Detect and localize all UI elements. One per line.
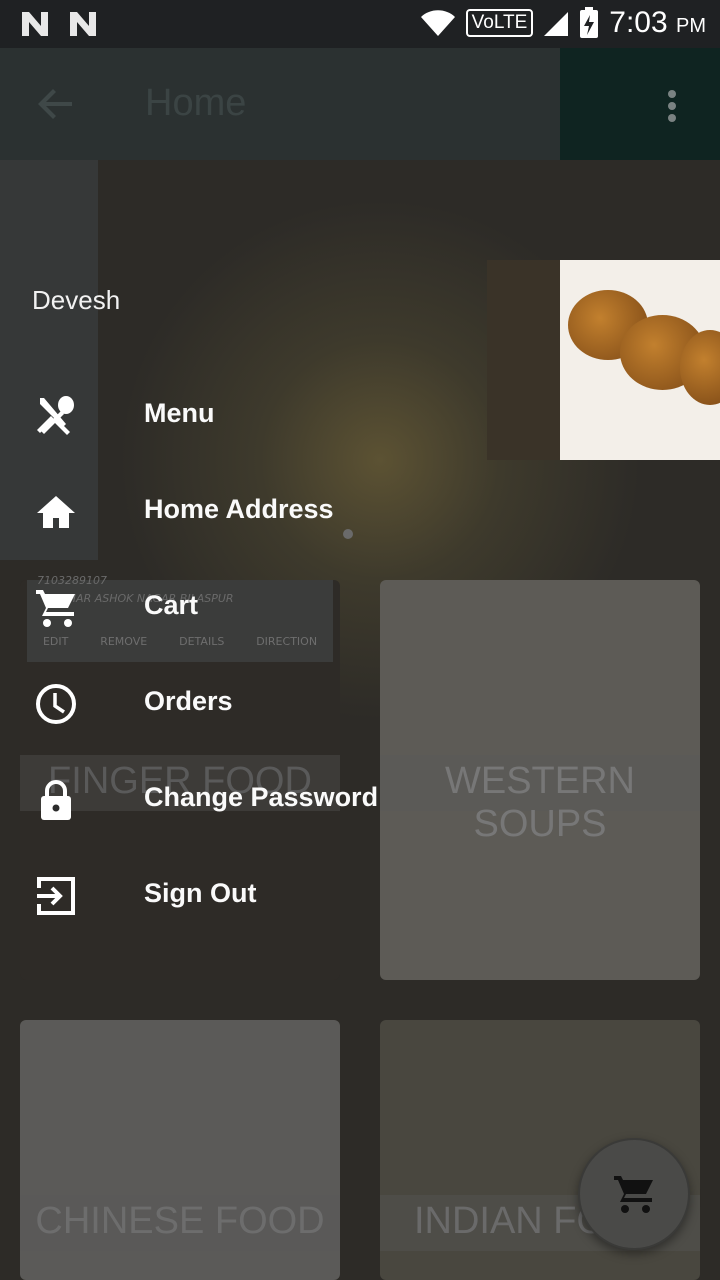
clock-icon	[36, 684, 76, 724]
signal-icon	[544, 12, 569, 36]
clock: 7:03 PM	[609, 6, 706, 40]
notification-icons	[20, 10, 98, 38]
drawer-item-label: Sign Out	[144, 878, 257, 908]
drawer-item-orders[interactable]: Orders	[0, 658, 560, 754]
drawer-item-label: Home Address	[144, 494, 334, 524]
sign-out-icon	[37, 877, 75, 915]
cart-fab[interactable]	[578, 1138, 690, 1250]
cart-icon	[614, 1176, 653, 1213]
drawer-item-label: Cart	[144, 590, 199, 620]
notification-icon	[70, 12, 96, 36]
drawer-item-label: Menu	[144, 398, 215, 428]
featured-food-image[interactable]	[560, 260, 720, 460]
page-title: Home	[145, 82, 247, 124]
category-label: CHINESE FOOD	[35, 1200, 325, 1242]
volte-badge: VoLTE	[465, 9, 534, 37]
drawer-user-name: Devesh	[32, 285, 121, 315]
fork-spoon-icon	[37, 396, 74, 435]
page-indicator-dot	[343, 529, 353, 539]
clock-time: 7:03	[609, 6, 668, 39]
drawer-item-cart[interactable]: Cart	[0, 562, 560, 658]
drawer-item-label: Orders	[144, 686, 233, 716]
wifi-icon	[420, 10, 455, 36]
drawer-item-change-password[interactable]: Change Password	[0, 754, 560, 850]
notification-icon	[22, 12, 48, 36]
home-icon	[37, 496, 75, 528]
drawer-item-home-address[interactable]: Home Address	[0, 466, 560, 562]
system-status: VoLTE 7:03 PM	[420, 6, 706, 40]
drawer-item-menu[interactable]: Menu	[0, 370, 560, 466]
drawer-item-sign-out[interactable]: Sign Out	[0, 850, 560, 946]
clock-ampm: PM	[676, 15, 706, 37]
drawer-item-label: Change Password	[144, 782, 379, 812]
toolbar-accent	[560, 48, 720, 160]
overflow-menu-icon[interactable]	[668, 86, 676, 126]
battery-icon	[580, 7, 599, 38]
lock-icon	[41, 780, 71, 820]
category-card-chinese-food[interactable]: CHINESE FOOD	[20, 1020, 340, 1280]
cart-icon	[36, 590, 75, 627]
back-arrow-icon[interactable]	[38, 86, 74, 122]
